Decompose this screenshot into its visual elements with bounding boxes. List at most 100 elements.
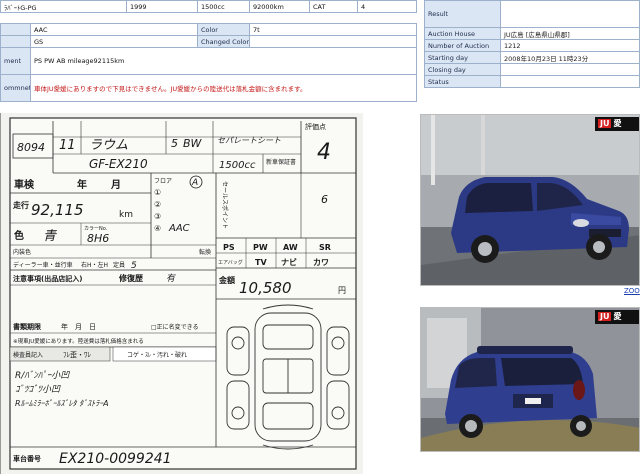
- ju-logo-text-2: JU: [598, 312, 612, 321]
- chassis-label: 車台番号: [13, 454, 41, 463]
- color-label-sheet: 色: [14, 229, 24, 242]
- capacity-handwritten: 5: [131, 261, 137, 271]
- equip-leather: カワ: [313, 258, 329, 267]
- equip-tv: TV: [255, 258, 267, 267]
- floor-label: フロア: [154, 178, 172, 185]
- changed-color-label: Changed Color: [197, 35, 250, 48]
- auction-sheet-drawing: 8094 11 ラウム 5 BW セパレートシート GF-EX210 1500c…: [9, 117, 357, 470]
- km-unit: km: [119, 210, 133, 220]
- reg-period-label: 書類期限: [13, 322, 42, 331]
- grade-handwritten: BW: [183, 137, 203, 150]
- auction-number-value: 1212: [500, 39, 640, 52]
- handwritten-note-2: ｺﾞﾂｺﾞﾂ小凹: [15, 384, 61, 395]
- equipment-value: PS PW AB mileage92115km: [30, 47, 417, 75]
- status-value: [500, 75, 640, 88]
- equip-ps: PS: [223, 243, 235, 252]
- car-photo-front[interactable]: JU 愛: [420, 114, 640, 286]
- auction-house-value: JU広島 [広島県山県郡]: [500, 27, 640, 40]
- comment-label: ommnet: [0, 74, 31, 102]
- notice-label: ※現車JU愛媛にあります。陸送費は落札価格含まれる: [13, 337, 144, 345]
- grade-prefix-handwritten: 5: [171, 137, 178, 150]
- cc-handwritten: 1500cc: [219, 160, 256, 171]
- circled-num-1: ①: [154, 188, 161, 197]
- aac-handwritten: AAC: [168, 223, 190, 234]
- starting-day-label: Starting day: [424, 51, 501, 64]
- reg-period-date: 年 月 日: [61, 322, 96, 331]
- info-row-basic: ﾗﾊﾞｰﾄG-PG 1999 1500cc 92000km CAT 4: [0, 0, 417, 13]
- cat-value: 4: [357, 0, 417, 13]
- circled-num-4: ④: [154, 224, 161, 233]
- shift-label: 転換: [199, 248, 211, 256]
- grade-cell: GS: [30, 35, 198, 48]
- auction-lot-page: ﾗﾊﾞｰﾄG-PG 1999 1500cc 92000km CAT 4 AAC …: [0, 0, 640, 474]
- mileage-cell: 92000km: [249, 0, 310, 13]
- ju-logo-badge: JU 愛: [595, 117, 639, 131]
- auction-number-row: Number of Auction 1212: [424, 39, 640, 52]
- circled-num-3: ③: [154, 212, 161, 221]
- car-photo-rear[interactable]: JU 愛: [420, 307, 640, 452]
- cat-label: CAT: [309, 0, 358, 13]
- score-handwritten: 4: [317, 140, 331, 165]
- mileage-handwritten: 92,115: [31, 201, 84, 219]
- zoom-link[interactable]: ZOO: [624, 287, 640, 295]
- starting-day-row: Starting day 2008年10月23日 11時23分: [424, 51, 640, 64]
- result-label: Result: [424, 0, 501, 28]
- equip-airbag: エアバッグ: [218, 259, 243, 266]
- car-photo-rear-drawing: [421, 308, 639, 451]
- price-unit: 円: [338, 286, 346, 295]
- repair-label: 修復歴: [118, 273, 143, 283]
- color-label: Color: [197, 23, 250, 36]
- color-code-cell: AAC: [30, 23, 198, 36]
- auction-number-label: Number of Auction: [424, 39, 501, 52]
- row-label-blank-2: [0, 35, 31, 48]
- seller-label: セールスポイント: [221, 181, 229, 229]
- owner-label: □正に名変できる: [151, 323, 199, 331]
- changed-color-value: [249, 35, 417, 48]
- auction-info-table: Result Auction House JU広島 [広島県山県郡] Numbe…: [424, 0, 640, 88]
- floor-handwritten: A: [191, 178, 198, 188]
- inspector-marks-2: コゲ・ｽﾚ・汚れ・破れ: [127, 351, 187, 359]
- color-code-handwritten: 8H6: [87, 232, 109, 245]
- lot-number: 8094: [17, 141, 45, 154]
- comment-value: 車体JU愛媛にありますので下見はできません。JU愛媛からの陸送代は落札金額に含ま…: [30, 74, 417, 102]
- inspection-label: 車検: [14, 178, 35, 191]
- status-row: Status: [424, 75, 640, 88]
- auction-house-label: Auction House: [424, 27, 501, 40]
- info-row-equipment: ment PS PW AB mileage92115km: [0, 47, 417, 75]
- dealer-label: ディーラー車・並行車: [13, 261, 73, 269]
- inspector-marks: ﾌﾚ歪・ﾜﾚ: [63, 351, 91, 359]
- color-value: 7t: [249, 23, 417, 36]
- score-label: 評価点: [305, 122, 326, 131]
- ju-badge-text-2: 愛: [613, 312, 622, 321]
- row-label-blank: [0, 23, 31, 36]
- handwritten-note-1: R/ﾊﾞﾝﾊﾟｰ小凹: [15, 370, 70, 381]
- price-label: 金額: [218, 275, 235, 285]
- year-cell: 1999: [126, 0, 198, 13]
- equip-navi: ナビ: [281, 257, 297, 267]
- status-label: Status: [424, 75, 501, 88]
- interior-label: 内装色: [13, 248, 31, 256]
- cc-cell: 1500cc: [197, 0, 250, 13]
- model-handwritten: ラウム: [89, 138, 128, 153]
- auction-sheet-image[interactable]: 8094 11 ラウム 5 BW セパレートシート GF-EX210 1500c…: [0, 113, 363, 474]
- starting-day-value: 2008年10月23日 11時23分: [500, 51, 640, 64]
- model-cell: ﾗﾊﾞｰﾄG-PG: [0, 0, 127, 13]
- result-row: Result: [424, 0, 640, 28]
- closing-day-row: Closing day: [424, 63, 640, 76]
- equip-aw: AW: [283, 243, 298, 252]
- equip-sr: SR: [319, 243, 331, 252]
- year-handwritten: 11: [59, 138, 76, 153]
- notes-label: 注意事項(出品店記入): [13, 274, 82, 283]
- seller-handwritten: 6: [321, 193, 328, 206]
- auction-house-row: Auction House JU広島 [広島県山県郡]: [424, 27, 640, 40]
- closing-day-label: Closing day: [424, 63, 501, 76]
- info-row-changed-color: GS Changed Color: [0, 35, 417, 48]
- handwritten-note-3: Rﾙｰﾑﾐﾗｰﾎﾟｰﾙｽﾞﾚﾀ ﾀﾞｽﾄﾗｰA: [15, 399, 109, 408]
- price-handwritten: 10,580: [239, 279, 292, 297]
- chassis-handwritten: EX210-0099241: [59, 451, 172, 467]
- capacity-label: 定員: [113, 261, 125, 269]
- circled-num-2: ②: [154, 200, 161, 209]
- inspector-label: 検査員記入: [13, 351, 43, 359]
- vehicle-info-table: ﾗﾊﾞｰﾄG-PG 1999 1500cc 92000km CAT 4 AAC …: [0, 0, 417, 102]
- info-row-color: AAC Color 7t: [0, 23, 417, 36]
